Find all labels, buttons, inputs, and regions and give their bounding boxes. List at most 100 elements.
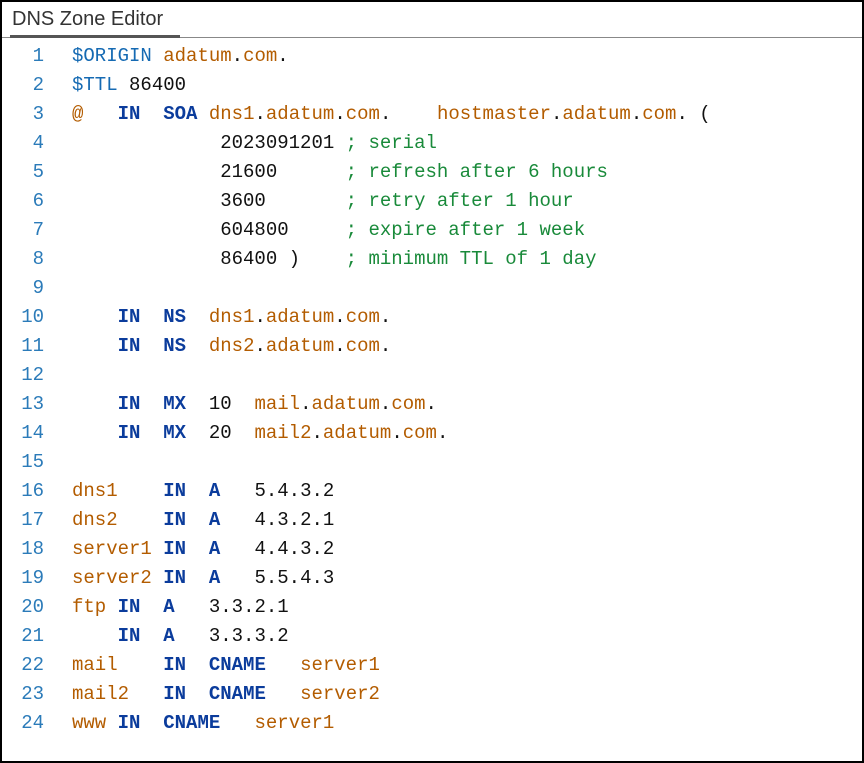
code-content[interactable]: server1 IN A 4.4.3.2 (62, 535, 862, 564)
code-line[interactable]: 8 86400 ) ; minimum TTL of 1 day (2, 245, 862, 274)
code-line[interactable]: 10 IN NS dns1.adatum.com. (2, 303, 862, 332)
code-content[interactable]: 86400 ) ; minimum TTL of 1 day (62, 245, 862, 274)
token (197, 103, 208, 125)
code-content[interactable]: dns1 IN A 5.4.3.2 (62, 477, 862, 506)
code-content[interactable]: IN NS dns1.adatum.com. (62, 303, 862, 332)
code-line[interactable]: 2$TTL 86400 (2, 71, 862, 100)
token (152, 567, 163, 589)
code-content[interactable] (62, 274, 862, 303)
token: com (243, 45, 277, 67)
code-line[interactable]: 6 3600 ; retry after 1 hour (2, 187, 862, 216)
code-editor[interactable]: 1$ORIGIN adatum.com.2$TTL 864003@ IN SOA… (2, 38, 862, 761)
token (140, 625, 163, 647)
token (72, 277, 83, 299)
token (140, 306, 163, 328)
code-line[interactable]: 19server2 IN A 5.5.4.3 (2, 564, 862, 593)
token: NS (163, 306, 186, 328)
token: mail (254, 393, 300, 415)
token (186, 567, 209, 589)
code-content[interactable]: @ IN SOA dns1.adatum.com. hostmaster.ada… (62, 100, 862, 129)
token (72, 422, 118, 444)
code-content[interactable]: IN MX 10 mail.adatum.com. (62, 390, 862, 419)
code-line[interactable]: 3@ IN SOA dns1.adatum.com. hostmaster.ad… (2, 100, 862, 129)
code-content[interactable]: ftp IN A 3.3.2.1 (62, 593, 862, 622)
token: . (426, 393, 437, 415)
token: adatum (311, 393, 379, 415)
line-number: 4 (2, 129, 62, 158)
code-content[interactable]: 604800 ; expire after 1 week (62, 216, 862, 245)
token: IN (163, 567, 186, 589)
token (72, 393, 118, 415)
token: IN (163, 509, 186, 531)
token: . (254, 335, 265, 357)
code-content[interactable]: $ORIGIN adatum.com. (62, 42, 862, 71)
line-number: 1 (2, 42, 62, 71)
code-line[interactable]: 9 (2, 274, 862, 303)
token: dns1 (72, 480, 118, 502)
token (186, 683, 209, 705)
line-number: 9 (2, 274, 62, 303)
code-line[interactable]: 15 (2, 448, 862, 477)
code-line[interactable]: 20ftp IN A 3.3.2.1 (2, 593, 862, 622)
token: $TTL (72, 74, 118, 96)
token: 2023091201 (72, 132, 346, 154)
code-line[interactable]: 4 2023091201 ; serial (2, 129, 862, 158)
code-line[interactable]: 14 IN MX 20 mail2.adatum.com. (2, 419, 862, 448)
code-content[interactable]: 21600 ; refresh after 6 hours (62, 158, 862, 187)
code-content[interactable]: IN MX 20 mail2.adatum.com. (62, 419, 862, 448)
code-line[interactable]: 13 IN MX 10 mail.adatum.com. (2, 390, 862, 419)
token: IN (118, 712, 141, 734)
token (266, 654, 300, 676)
token: A (209, 567, 220, 589)
code-line[interactable]: 24www IN CNAME server1 (2, 709, 862, 738)
token (72, 306, 118, 328)
token: A (209, 480, 220, 502)
token: dns1 (209, 103, 255, 125)
code-line[interactable]: 11 IN NS dns2.adatum.com. (2, 332, 862, 361)
line-number: 5 (2, 158, 62, 187)
line-number: 11 (2, 332, 62, 361)
code-line[interactable]: 16dns1 IN A 5.4.3.2 (2, 477, 862, 506)
code-content[interactable] (62, 448, 862, 477)
token: dns2 (72, 509, 118, 531)
token: . (334, 103, 345, 125)
line-number: 22 (2, 651, 62, 680)
code-line[interactable]: 21 IN A 3.3.3.2 (2, 622, 862, 651)
code-content[interactable]: $TTL 86400 (62, 71, 862, 100)
code-line[interactable]: 5 21600 ; refresh after 6 hours (2, 158, 862, 187)
code-line[interactable]: 18server1 IN A 4.4.3.2 (2, 535, 862, 564)
token: 86400 (118, 74, 186, 96)
code-content[interactable]: IN A 3.3.3.2 (62, 622, 862, 651)
line-number: 10 (2, 303, 62, 332)
token: . (254, 103, 265, 125)
code-content[interactable]: mail IN CNAME server1 (62, 651, 862, 680)
code-line[interactable]: 17dns2 IN A 4.3.2.1 (2, 506, 862, 535)
code-content[interactable] (62, 361, 862, 390)
code-line[interactable]: 12 (2, 361, 862, 390)
code-content[interactable]: 3600 ; retry after 1 hour (62, 187, 862, 216)
code-content[interactable]: 2023091201 ; serial (62, 129, 862, 158)
token: . (437, 422, 448, 444)
token: @ (72, 103, 83, 125)
code-line[interactable]: 7 604800 ; expire after 1 week (2, 216, 862, 245)
code-content[interactable]: mail2 IN CNAME server2 (62, 680, 862, 709)
token (118, 480, 164, 502)
token: adatum (163, 45, 231, 67)
code-content[interactable]: www IN CNAME server1 (62, 709, 862, 738)
token: adatum (562, 103, 630, 125)
code-content[interactable]: IN NS dns2.adatum.com. (62, 332, 862, 361)
code-line[interactable]: 22mail IN CNAME server1 (2, 651, 862, 680)
code-line[interactable]: 23mail2 IN CNAME server2 (2, 680, 862, 709)
code-content[interactable]: server2 IN A 5.5.4.3 (62, 564, 862, 593)
token (129, 683, 163, 705)
token: com (346, 306, 380, 328)
code-line[interactable]: 1$ORIGIN adatum.com. (2, 42, 862, 71)
token: com (391, 393, 425, 415)
line-number: 23 (2, 680, 62, 709)
code-content[interactable]: dns2 IN A 4.3.2.1 (62, 506, 862, 535)
token: 3.3.2.1 (175, 596, 289, 618)
token (186, 509, 209, 531)
token: $ORIGIN (72, 45, 152, 67)
token: 10 (186, 393, 254, 415)
token (266, 683, 300, 705)
